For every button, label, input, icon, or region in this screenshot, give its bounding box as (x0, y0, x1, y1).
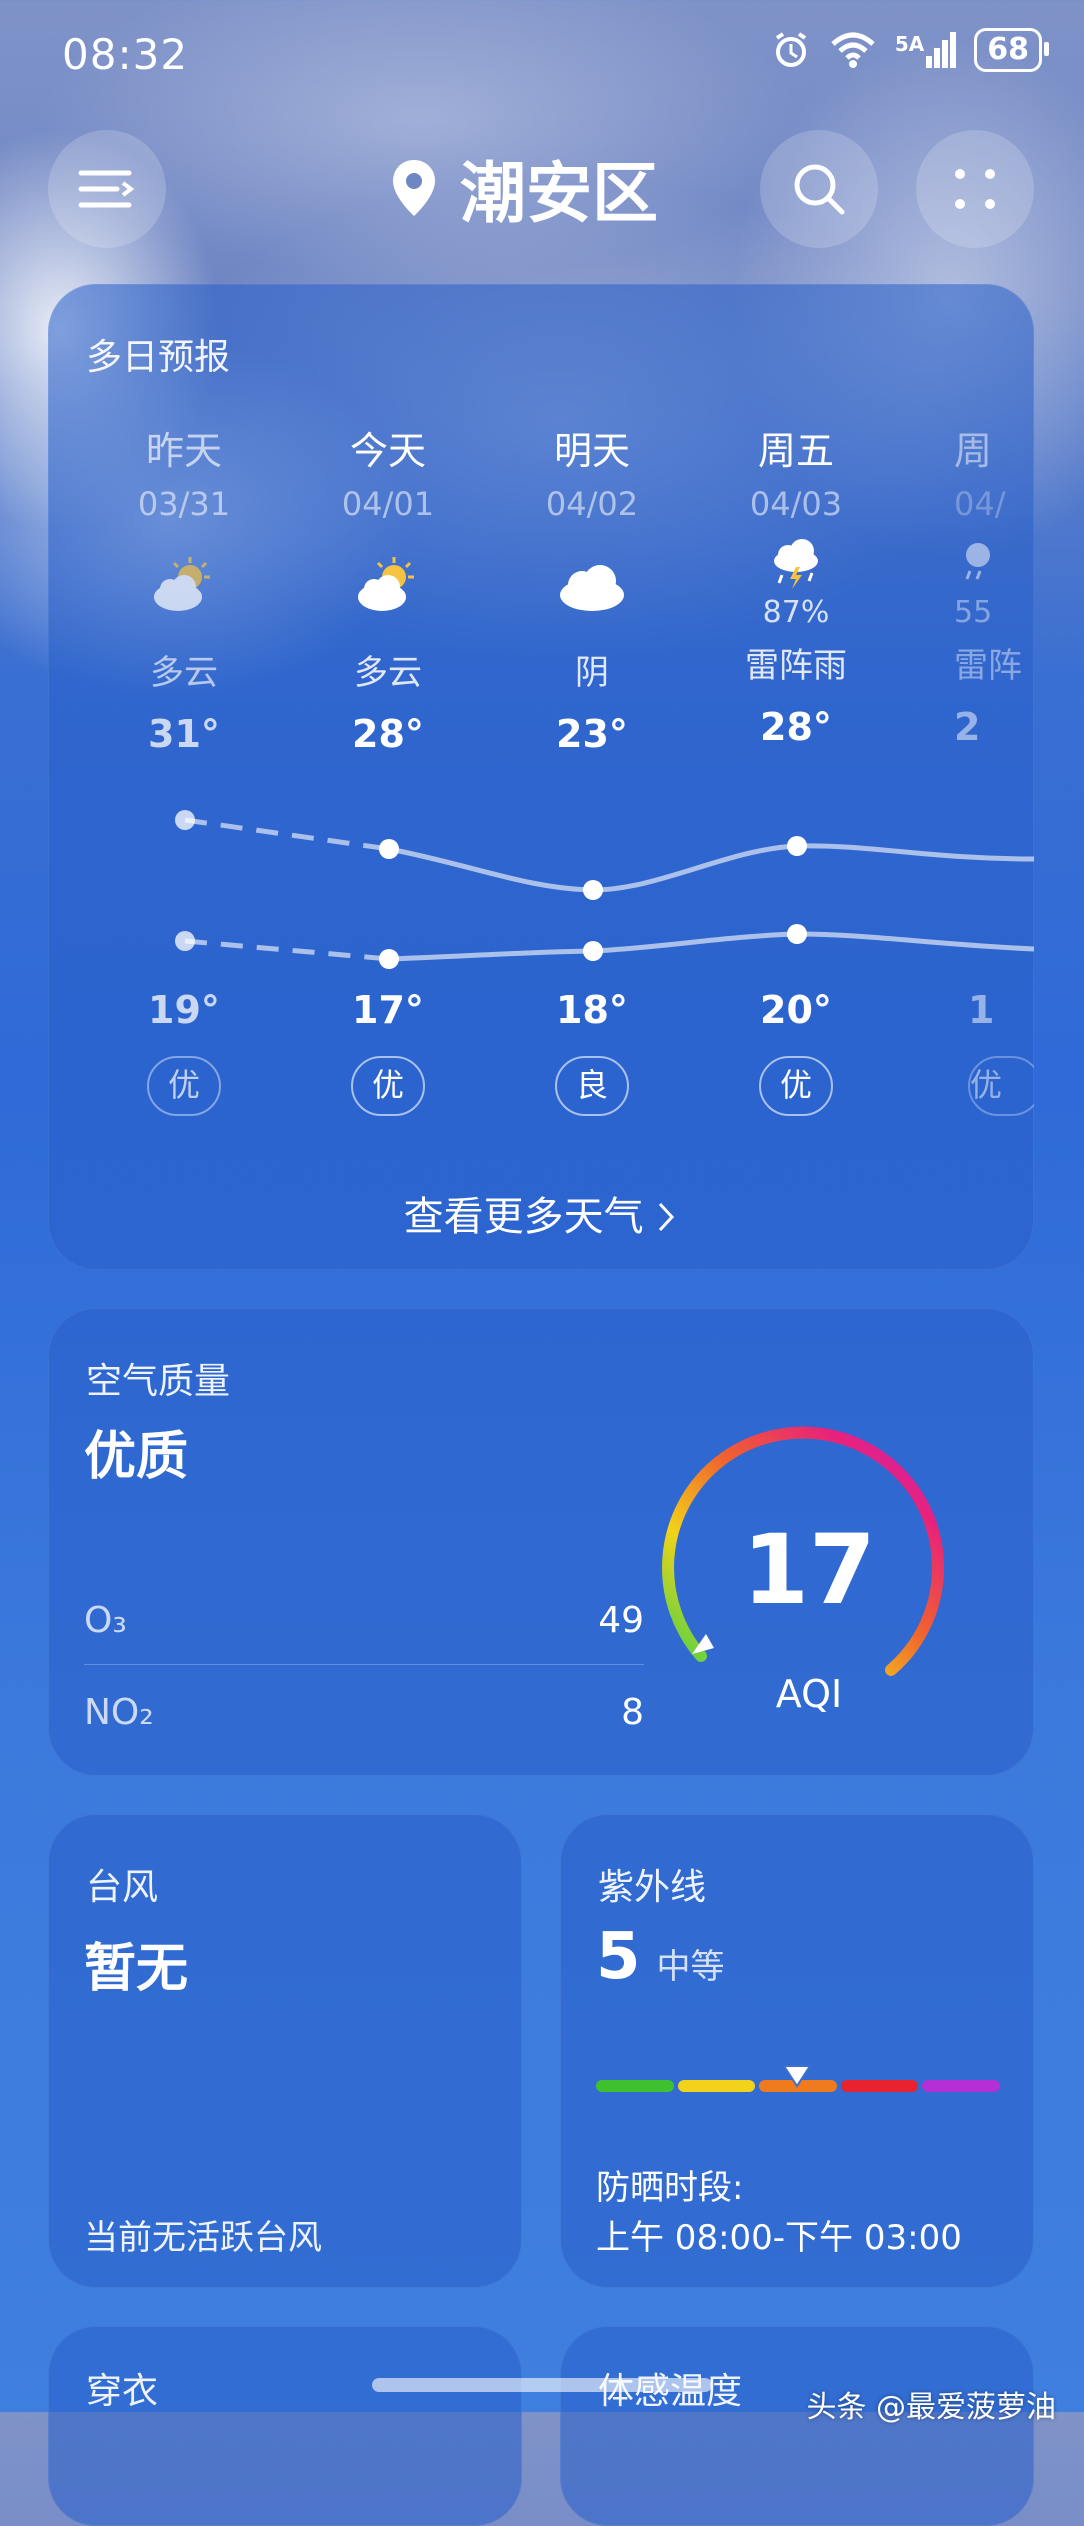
low-temp-line-past (184, 938, 390, 962)
typhoon-card[interactable]: 台风 暂无 当前无活跃台风 (48, 1814, 522, 2288)
typhoon-note: 当前无活跃台风 (84, 2218, 322, 2258)
low-temp: 17° (352, 988, 424, 1032)
more-options-button[interactable] (916, 130, 1034, 248)
high-point (787, 836, 807, 856)
high-point (379, 839, 399, 859)
more-weather-link[interactable]: 查看更多天气 (48, 1184, 1034, 1242)
uv-index: 5 中等 (596, 1920, 725, 1994)
temperature-curve-chart (175, 810, 1034, 969)
location-name: 潮安区 (460, 155, 658, 232)
location-title[interactable]: 潮安区 (390, 140, 658, 236)
chevron-right-icon (659, 1202, 675, 1232)
high-point (175, 810, 195, 830)
high-point (583, 880, 603, 900)
low-temp: 19° (148, 988, 220, 1032)
forecast-card: 多日预报 昨天 03/31 多云 31° 今天 04/01 多云 28° 明天 … (48, 284, 1034, 1270)
feels-like-card[interactable]: 体感温度 (560, 2326, 1034, 2526)
low-temp-line (388, 931, 1034, 962)
low-point (175, 931, 195, 951)
low-temp-col: 1 优 (910, 988, 1034, 1116)
low-temp-col: 19° 优 (94, 988, 274, 1116)
air-quality-card[interactable]: 空气质量 优质 O₃ 49 NO₂ 8 17 AQI (48, 1308, 1034, 1776)
aqi-chip: 良 (555, 1056, 629, 1116)
search-icon (794, 164, 845, 215)
low-point (787, 924, 807, 944)
uv-segment-2 (677, 2080, 756, 2092)
uv-value: 5 (596, 1920, 641, 1994)
alarm-icon (775, 32, 806, 67)
uv-segment-4 (840, 2080, 919, 2092)
home-indicator[interactable] (372, 2378, 712, 2392)
low-temp-col: 18° 良 (502, 988, 682, 1116)
o3-value: 49 (598, 1600, 644, 1641)
uv-segment-5 (922, 2080, 1000, 2092)
low-temp: 18° (556, 988, 628, 1032)
aqi-chip: 优 (351, 1056, 425, 1116)
aqi-chip: 优 (759, 1056, 833, 1116)
aqi-chip: 优 (968, 1056, 1034, 1116)
o3-label: O₃ (84, 1600, 127, 1641)
grid-dots-icon (955, 169, 995, 209)
low-temp-col: 20° 优 (706, 988, 886, 1116)
no2-row: NO₂ 8 (84, 1692, 644, 1733)
search-button[interactable] (760, 130, 878, 248)
menu-button[interactable] (48, 130, 166, 248)
uv-level: 中等 (656, 1947, 725, 1987)
high-temp-line-past (184, 817, 390, 852)
menu-icon (78, 170, 135, 208)
watermark: 头条 @最爱菠萝油 (806, 2390, 1056, 2425)
clothing-title: 穿衣 (86, 2371, 159, 2412)
low-temp: 20° (760, 988, 832, 1032)
air-quality-level: 优质 (84, 1427, 189, 1487)
aqi-label: AQI (775, 1672, 843, 1716)
high-temp-line (388, 843, 1034, 893)
location-pin-icon (393, 160, 435, 216)
battery-indicator: 68 (974, 28, 1049, 72)
divider (84, 1664, 644, 1665)
low-temp: 1 (968, 988, 995, 1032)
uv-period-label: 防晒时段: (596, 2168, 744, 2208)
low-temp-col: 17° 优 (298, 988, 478, 1116)
o3-row: O₃ 49 (84, 1600, 644, 1641)
status-time: 08:32 (62, 30, 189, 79)
low-point (379, 949, 399, 969)
no2-value: 8 (621, 1692, 644, 1733)
typhoon-title: 台风 (86, 1867, 159, 1908)
status-icons: 5A 68 (771, 28, 1049, 72)
air-quality-title: 空气质量 (86, 1361, 231, 1402)
typhoon-status: 暂无 (84, 1939, 189, 1999)
uv-segment-1 (596, 2080, 674, 2092)
clothing-card[interactable]: 穿衣 (48, 2326, 522, 2526)
network-type: 5A (894, 32, 925, 56)
more-weather-label: 查看更多天气 (403, 1194, 644, 1240)
uv-card[interactable]: 紫外线 5 中等 防晒时段: 上午 08:00-下午 03:00 (560, 1814, 1034, 2288)
wifi-icon (831, 32, 875, 68)
aqi-value: 17 (742, 1514, 876, 1626)
low-point (583, 941, 603, 961)
uv-pointer-icon (782, 2065, 812, 2088)
aqi-chip: 优 (147, 1056, 221, 1116)
uv-title: 紫外线 (598, 1867, 707, 1908)
signal-icon: 5A (894, 32, 957, 68)
uv-period: 上午 08:00-下午 03:00 (596, 2218, 962, 2258)
no2-label: NO₂ (84, 1692, 154, 1733)
